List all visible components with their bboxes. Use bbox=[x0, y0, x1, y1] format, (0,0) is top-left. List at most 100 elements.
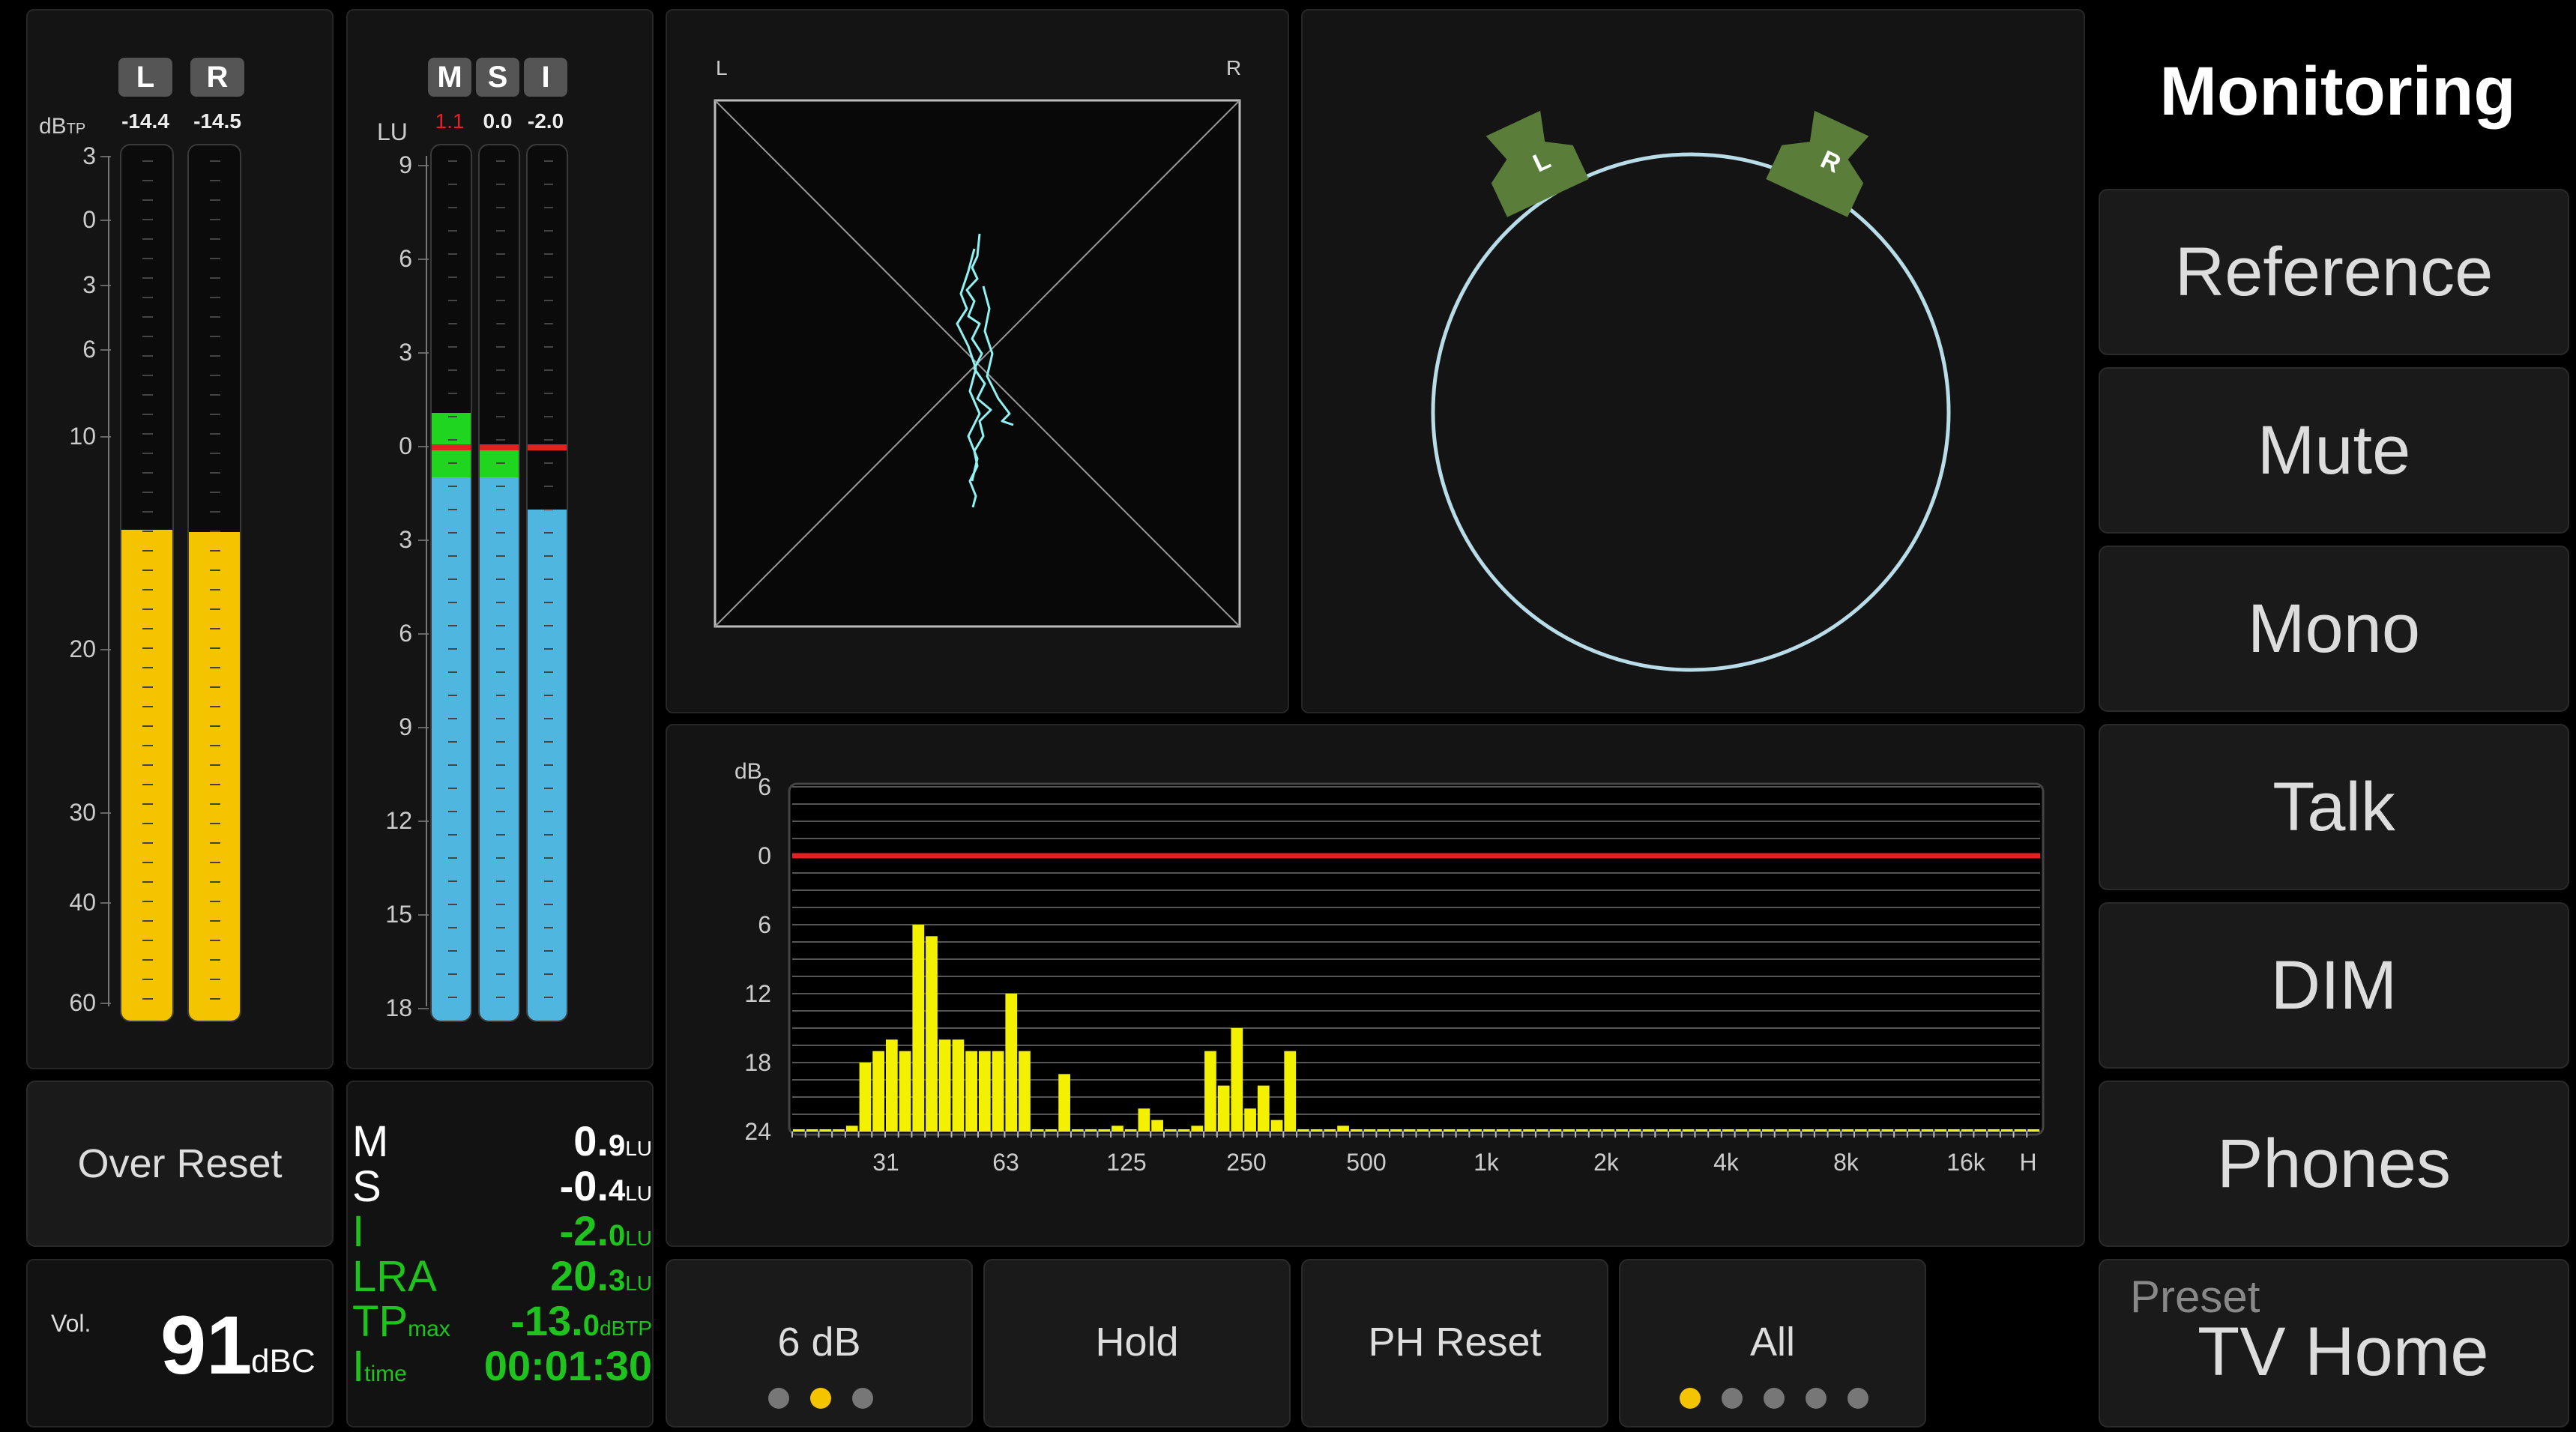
spectrum-bar bbox=[2000, 1129, 2013, 1132]
meter-tick bbox=[210, 219, 220, 220]
meter-tick bbox=[210, 453, 220, 454]
meter-tick bbox=[496, 671, 505, 673]
spectrum-bar bbox=[1111, 1126, 1123, 1132]
meter-tick bbox=[142, 589, 153, 590]
meter-tick bbox=[496, 207, 505, 208]
meter-s-chip[interactable]: S bbox=[476, 58, 519, 97]
summary-key: I bbox=[352, 1207, 365, 1256]
meter-tick bbox=[210, 355, 220, 357]
meter-tick bbox=[142, 940, 153, 941]
spectrum-bar bbox=[1177, 1129, 1190, 1132]
mono-button[interactable]: Mono bbox=[2099, 546, 2569, 712]
over-reset-button[interactable]: Over Reset bbox=[26, 1081, 334, 1247]
page-dot[interactable] bbox=[1680, 1388, 1701, 1409]
preset-value: TV Home bbox=[2198, 1314, 2489, 1390]
meter-tick bbox=[142, 608, 153, 610]
meter-tick bbox=[448, 207, 457, 208]
spectrum-bar bbox=[806, 1129, 818, 1132]
lu-scale-rail bbox=[426, 156, 427, 1006]
spectrum-bar bbox=[1576, 1129, 1588, 1132]
meter-tick bbox=[496, 184, 505, 185]
ph-reset-button[interactable]: PH Reset bbox=[1301, 1259, 1608, 1428]
dim-button[interactable]: DIM bbox=[2099, 902, 2569, 1069]
peak-scale-rail bbox=[108, 156, 109, 1006]
mute-button[interactable]: Mute bbox=[2099, 367, 2569, 534]
spectrum-bar bbox=[1907, 1129, 1920, 1132]
meter-tick bbox=[142, 901, 153, 902]
meter-tick bbox=[142, 277, 153, 279]
preset-button[interactable]: Preset TV Home bbox=[2099, 1259, 2569, 1428]
page-dot[interactable] bbox=[1847, 1388, 1868, 1409]
summary-value: -2.0LU bbox=[559, 1207, 652, 1254]
x-tick-label: 63 bbox=[992, 1149, 1019, 1176]
meter-tick bbox=[210, 492, 220, 493]
channel-r-chip[interactable]: R bbox=[190, 58, 244, 97]
meter-tick bbox=[448, 950, 457, 952]
peak-scale-label: 40 bbox=[69, 889, 96, 916]
meter-tick bbox=[544, 578, 553, 580]
page-dot[interactable] bbox=[1764, 1388, 1785, 1409]
meter-tick bbox=[210, 199, 220, 201]
meter-tick bbox=[448, 416, 457, 417]
meter-tick bbox=[448, 509, 457, 510]
meter-tick bbox=[142, 979, 153, 980]
range-button[interactable]: 6 dB bbox=[666, 1259, 973, 1428]
page-dot[interactable] bbox=[810, 1388, 831, 1409]
spectrum-bar bbox=[1270, 1120, 1283, 1132]
spectrum-bar bbox=[1324, 1129, 1336, 1132]
meter-i-chip[interactable]: I bbox=[524, 58, 567, 97]
page-dot[interactable] bbox=[852, 1388, 873, 1409]
reference-button[interactable]: Reference bbox=[2099, 189, 2569, 355]
goniometer-scope bbox=[714, 99, 1241, 628]
meter-tick bbox=[544, 346, 553, 348]
meter-tick bbox=[496, 880, 505, 882]
meter-tick bbox=[544, 253, 553, 255]
meter-tick bbox=[448, 695, 457, 696]
meter-tick bbox=[210, 570, 220, 571]
page-dot[interactable] bbox=[768, 1388, 789, 1409]
summary-value: -0.4LU bbox=[559, 1162, 652, 1209]
spectrum-bar bbox=[1868, 1129, 1880, 1132]
peak-meter-r-bar bbox=[187, 144, 241, 1022]
meter-tick bbox=[496, 277, 505, 278]
summary-key: Itime bbox=[352, 1342, 407, 1391]
phones-button[interactable]: Phones bbox=[2099, 1081, 2569, 1247]
meter-tick bbox=[496, 416, 505, 417]
meter-m-chip[interactable]: M bbox=[428, 58, 471, 97]
peak-r-readout: -14.5 bbox=[193, 109, 241, 133]
spectrum-bar bbox=[1470, 1129, 1482, 1132]
meter-tick bbox=[448, 184, 457, 185]
meter-tick bbox=[448, 346, 457, 348]
spectrum-bar bbox=[833, 1129, 845, 1132]
talk-button[interactable]: Talk bbox=[2099, 724, 2569, 890]
meter-tick bbox=[448, 253, 457, 255]
peak-scale-label: 60 bbox=[69, 989, 96, 1016]
summary-value: 20.3LU bbox=[550, 1252, 652, 1299]
meter-tick bbox=[544, 997, 553, 998]
channel-l-chip[interactable]: L bbox=[118, 58, 172, 97]
spectrum-bar bbox=[1151, 1120, 1163, 1132]
summary-key: S bbox=[352, 1162, 381, 1211]
meter-tick bbox=[448, 393, 457, 394]
button-label: Mono bbox=[2247, 590, 2421, 667]
meter-tick bbox=[210, 764, 220, 766]
meter-tick bbox=[448, 486, 457, 487]
meter-tick bbox=[210, 803, 220, 805]
meter-tick bbox=[210, 901, 220, 902]
all-button[interactable]: All bbox=[1619, 1259, 1926, 1428]
spectrum-bar bbox=[1350, 1129, 1363, 1132]
spectrum-bar bbox=[793, 1129, 805, 1132]
hold-button[interactable]: Hold bbox=[983, 1259, 1291, 1428]
spectrum-bar bbox=[1722, 1129, 1734, 1132]
page-dot[interactable] bbox=[1722, 1388, 1743, 1409]
spectrum-bar bbox=[1775, 1129, 1788, 1132]
meter-tick bbox=[210, 979, 220, 980]
spectrum-bar bbox=[965, 1051, 977, 1132]
meter-tick bbox=[210, 511, 220, 513]
meter-tick bbox=[448, 277, 457, 278]
x-tick-label: 8k bbox=[1833, 1149, 1859, 1176]
page-dot[interactable] bbox=[1806, 1388, 1827, 1409]
spectrum-bar bbox=[1642, 1129, 1655, 1132]
meter-tick bbox=[210, 180, 220, 181]
spectrum-bar bbox=[1695, 1129, 1708, 1132]
